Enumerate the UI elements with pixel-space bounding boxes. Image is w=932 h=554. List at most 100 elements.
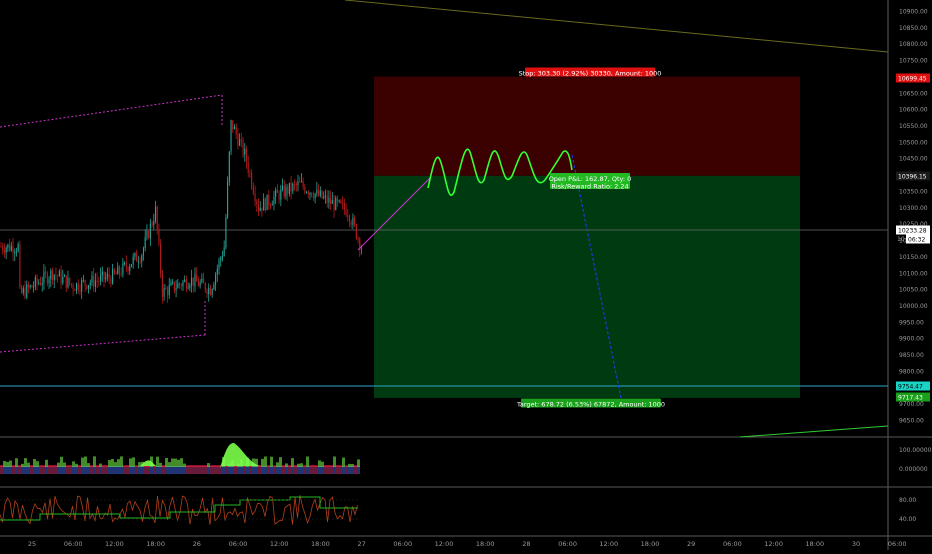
osc-bar — [150, 466, 153, 474]
candle-body — [153, 221, 155, 225]
osc-bar — [285, 463, 288, 467]
candle-body — [82, 280, 84, 282]
candle-body — [297, 181, 299, 186]
candle-body — [264, 198, 266, 211]
candle-body — [127, 267, 129, 271]
price-tick: 10750.00 — [899, 58, 928, 65]
osc-bar — [105, 466, 108, 474]
candle-body — [256, 201, 258, 205]
osc-bar — [213, 465, 216, 467]
osc-bar — [138, 466, 141, 474]
candle-body — [283, 185, 285, 197]
candle-body — [122, 262, 124, 275]
osc-bar — [342, 457, 345, 467]
candle-body — [354, 217, 356, 225]
osc-bar — [264, 466, 267, 474]
candle-body — [240, 139, 242, 141]
osc-bar — [165, 458, 168, 467]
osc-bar — [342, 466, 345, 474]
candle-body — [62, 276, 64, 284]
osc-bar — [60, 466, 63, 474]
osc-bar — [45, 466, 48, 474]
candle-body — [263, 198, 265, 211]
candle-body — [194, 274, 196, 286]
candle-body — [294, 183, 296, 185]
candle-body — [10, 245, 12, 251]
rsi-pane — [0, 495, 358, 525]
osc-bar — [180, 458, 183, 467]
osc-bar — [51, 465, 54, 467]
price-axis[interactable]: 10900.0010850.0010800.0010750.0010700.00… — [896, 9, 932, 524]
trading-chart[interactable]: Stop: 303.30 (2.92%) 30330, Amount: 1000… — [0, 0, 932, 550]
osc-bar — [42, 466, 45, 474]
candle-body — [69, 277, 71, 284]
osc-bar — [108, 460, 111, 467]
time-tick: 06:00 — [558, 540, 577, 548]
candle-body — [273, 196, 275, 205]
candle-body — [259, 207, 261, 211]
price-tick: 9800.00 — [899, 368, 924, 375]
candle-body — [196, 274, 198, 282]
osc-bar — [216, 465, 219, 467]
price-tick: 10150.00 — [899, 254, 928, 261]
candle-body — [204, 283, 206, 291]
candle-body — [228, 151, 230, 183]
candle-body — [19, 244, 21, 288]
osc-bar — [288, 466, 291, 474]
trend-line — [344, 0, 889, 53]
candle-body — [318, 189, 320, 196]
osc-bar — [327, 465, 330, 467]
pnl-label-text: Risk/Reward Ratio: 2.24 — [551, 183, 628, 191]
osc-bar — [270, 466, 273, 474]
osc-bar — [57, 466, 60, 474]
candle-body — [39, 282, 42, 285]
target-price-tag: 9717.43 — [896, 392, 930, 402]
time-axis[interactable]: 25 06:00 12:00 18:00 26 06:00 12:00 18:00 27 06:0… — [28, 540, 907, 548]
candle-body — [74, 289, 76, 291]
current-price-tag-text: 10233.28 — [898, 227, 927, 234]
candle-body — [103, 271, 105, 280]
osc-bar — [207, 466, 210, 474]
candle-body — [31, 285, 33, 288]
candle-body — [295, 183, 297, 186]
target-label: Target: 678.72 (6.53%) 67872, Amount: 10… — [516, 398, 665, 409]
time-tick: 12:00 — [105, 540, 124, 548]
position-zones — [374, 76, 800, 398]
candle-body — [287, 186, 289, 194]
osc-bar — [171, 466, 174, 474]
candle-body — [7, 244, 9, 248]
osc-bar — [219, 466, 222, 474]
candle-body — [314, 193, 316, 199]
osc-bar — [96, 465, 99, 467]
osc-bar — [267, 466, 270, 474]
osc-bar — [63, 466, 66, 474]
candle-body — [14, 252, 16, 254]
candle-body — [342, 202, 344, 204]
candle-body — [340, 200, 342, 203]
candle-body — [271, 204, 273, 206]
osc-bar — [33, 459, 36, 467]
osc-bar — [330, 466, 333, 474]
candle-body — [98, 280, 100, 282]
osc-bar — [129, 466, 132, 474]
candle-body — [134, 253, 136, 257]
chart-canvas[interactable]: Stop: 303.30 (2.92%) 30330, Amount: 1000… — [0, 0, 932, 550]
osc-bar — [30, 466, 33, 474]
osc-bar — [135, 465, 138, 467]
candle-body — [209, 287, 211, 296]
candle-body — [352, 217, 354, 225]
price-tick: 10500.00 — [899, 139, 928, 146]
candle-body — [22, 288, 24, 293]
osc-bar — [261, 466, 264, 474]
osc-bar — [120, 466, 123, 474]
candle-body — [166, 289, 169, 296]
price-tick: 9650.00 — [899, 418, 924, 425]
candle-body — [15, 251, 17, 253]
candle-body — [88, 285, 90, 289]
candle-body — [328, 197, 330, 203]
osc-bar — [126, 465, 129, 467]
stop-price-tag-text: 10699.45 — [898, 75, 927, 82]
candle-body — [316, 189, 318, 194]
candle-body — [94, 280, 96, 287]
candle-body — [57, 275, 59, 277]
